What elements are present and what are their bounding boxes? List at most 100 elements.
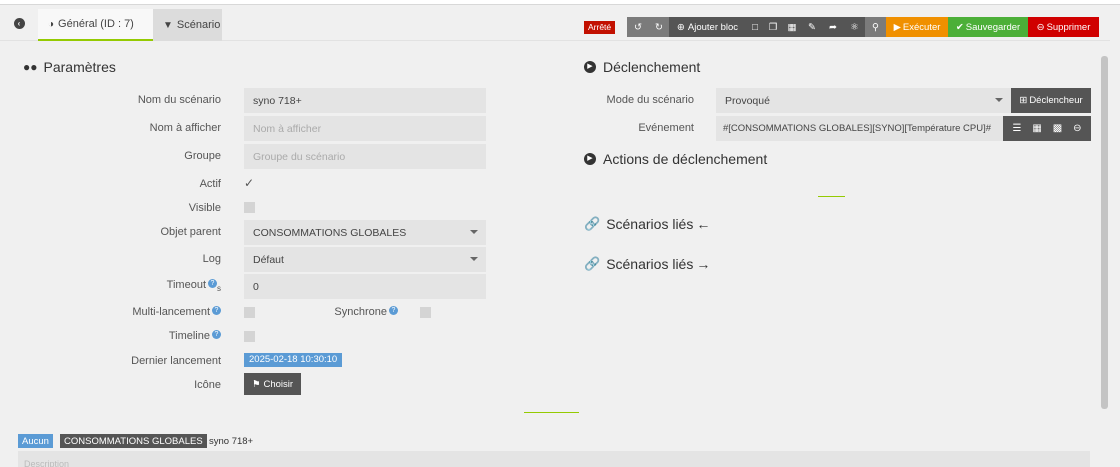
export-button[interactable]: □ — [746, 17, 764, 37]
check-circle-icon: ✔ — [955, 21, 964, 33]
linked-out-label: Scénarios liés — [606, 216, 694, 232]
back-button[interactable]: ‹ — [0, 5, 38, 41]
dashboard-icon: ◑ — [48, 18, 55, 30]
tab-scenario[interactable]: ▼ Scénario — [153, 9, 222, 41]
file-icon: □ — [752, 21, 758, 33]
undo-icon: ↺ — [634, 21, 642, 33]
chevron-down-icon — [995, 98, 1003, 102]
dependencies-button[interactable]: ⚛ — [844, 17, 865, 37]
cubes-icon: ⚛ — [850, 21, 859, 33]
play-circle-icon: ▶ — [584, 61, 596, 73]
sync-checkbox[interactable] — [420, 307, 431, 318]
undo-button[interactable]: ↺ — [627, 17, 649, 37]
divider — [818, 196, 845, 197]
group-input[interactable]: Groupe du scénario — [244, 144, 486, 169]
redo-icon: ↻ — [655, 21, 663, 33]
arrow-left-circle-icon: ‹ — [13, 17, 25, 29]
tab-scenario-label: Scénario — [176, 19, 221, 31]
event-actions: ☰ ▦ ▩ ⊖ — [1003, 116, 1091, 141]
footer-scenario-name: syno 718+ — [209, 435, 254, 447]
last-run-label: Dernier lancement — [131, 355, 221, 367]
group-label: Groupe — [184, 150, 221, 162]
edit-icon: ✎ — [808, 21, 816, 33]
add-trigger-button[interactable]: ⊞ Déclencheur — [1011, 88, 1091, 113]
vertical-scrollbar[interactable] — [1101, 56, 1108, 409]
visible-checkbox[interactable] — [244, 202, 255, 213]
description-placeholder: Description — [24, 459, 70, 467]
save-button[interactable]: ✔ Sauvegarder — [948, 17, 1028, 37]
share-icon: ➦ — [829, 21, 837, 33]
delete-button[interactable]: ⊖ Supprimer — [1028, 17, 1099, 37]
description-textarea[interactable]: Description — [18, 451, 1090, 467]
name-label: Nom du scénario — [137, 94, 221, 106]
timeline-text: Timeline — [168, 330, 210, 342]
last-run-badge: 2025-02-18 10:30:10 — [244, 353, 343, 367]
mode-label: Mode du scénario — [606, 94, 694, 106]
tag-none-badge: Aucun — [18, 434, 53, 448]
mode-select[interactable]: Provoqué — [716, 88, 1011, 113]
edit-button[interactable]: ✎ — [802, 17, 822, 37]
cube-icon: ▦ — [787, 21, 797, 33]
templates-button[interactable]: ▦ — [782, 17, 802, 37]
actions-title-label: Actions de déclenchement — [603, 151, 768, 167]
add-block-label: Ajouter bloc — [687, 21, 739, 33]
cube-icon[interactable]: ▦ — [1032, 123, 1041, 134]
play-circle-icon: ▶ — [584, 153, 596, 165]
redo-button[interactable]: ↻ — [649, 17, 669, 37]
filter-icon: ▼ — [163, 19, 173, 31]
params-section-title: ●● Paramètres — [23, 59, 116, 75]
toolbar: ↺ ↻ ⊕ Ajouter bloc □ ❐ ▦ ✎ ➦ ⚛ ⚲ ▶ Exécute… — [627, 17, 1099, 37]
help-icon: ? — [389, 306, 398, 315]
mode-value: Provoqué — [725, 94, 770, 107]
list-icon[interactable]: ☰ — [1012, 123, 1021, 134]
multi-launch-text: Multi-lancement — [132, 306, 210, 318]
icon-label: Icône — [194, 379, 221, 391]
calculator-icon[interactable]: ▩ — [1053, 123, 1062, 134]
timeout-value: 0 — [253, 280, 259, 293]
active-checkbox[interactable]: ✓ — [244, 177, 255, 189]
tag-object-badge: CONSOMMATIONS GLOBALES — [60, 434, 207, 448]
chevron-down-icon — [470, 230, 478, 234]
minus-circle-icon: ⊖ — [1036, 21, 1045, 33]
search-icon: ⚲ — [872, 21, 879, 33]
log-select[interactable]: Défaut — [244, 247, 486, 272]
timeout-label: Timeout ?s — [60, 279, 221, 293]
display-name-label: Nom à afficher — [149, 122, 221, 134]
arrow-left-icon: ← — [696, 216, 711, 232]
event-input[interactable]: #[CONSOMMATIONS GLOBALES][SYNO][Températ… — [716, 116, 1003, 141]
sync-text: Synchrone — [334, 306, 387, 318]
timeline-checkbox[interactable] — [244, 331, 255, 342]
tab-general[interactable]: ◑ Général (ID : 7) — [38, 9, 153, 41]
help-icon: ? — [208, 279, 217, 288]
scenario-name-input[interactable]: syno 718+ — [244, 88, 486, 113]
copy-button[interactable]: ❐ — [764, 17, 782, 37]
trigger-title-label: Déclenchement — [603, 59, 701, 75]
display-name-input[interactable]: Nom à afficher — [244, 116, 486, 141]
add-trigger-label: Déclencheur — [1029, 95, 1083, 106]
timeout-label-text: Timeout — [166, 279, 206, 291]
share-button[interactable]: ➦ — [822, 17, 844, 37]
log-label: Log — [202, 253, 221, 265]
chevron-down-icon — [470, 257, 478, 261]
divider — [524, 412, 579, 413]
tab-general-label: Général (ID : 7) — [58, 18, 134, 30]
parent-object-value: CONSOMMATIONS GLOBALES — [253, 226, 407, 239]
params-title-label: Paramètres — [43, 59, 116, 75]
add-block-button[interactable]: ⊕ Ajouter bloc — [669, 17, 746, 37]
timeout-input[interactable]: 0 — [244, 274, 486, 299]
execute-label: Exécuter — [902, 21, 941, 33]
trigger-section-title: ▶ Déclenchement — [584, 59, 700, 75]
copy-icon: ❐ — [768, 21, 778, 33]
gamepad-icon: ▶ — [893, 21, 901, 33]
minus-circle-icon[interactable]: ⊖ — [1073, 123, 1081, 134]
multi-launch-checkbox[interactable] — [244, 307, 255, 318]
active-label: Actif — [199, 178, 221, 190]
execute-button[interactable]: ▶ Exécuter — [886, 17, 948, 37]
delete-label: Supprimer — [1046, 21, 1091, 33]
choose-icon-button[interactable]: ⚑ Choisir — [244, 373, 301, 395]
search-button[interactable]: ⚲ — [865, 17, 886, 37]
parent-object-select[interactable]: CONSOMMATIONS GLOBALES — [244, 220, 486, 245]
parent-object-label: Objet parent — [160, 226, 221, 238]
flag-icon: ⚑ — [251, 378, 261, 390]
users-icon: ●● — [23, 60, 38, 74]
